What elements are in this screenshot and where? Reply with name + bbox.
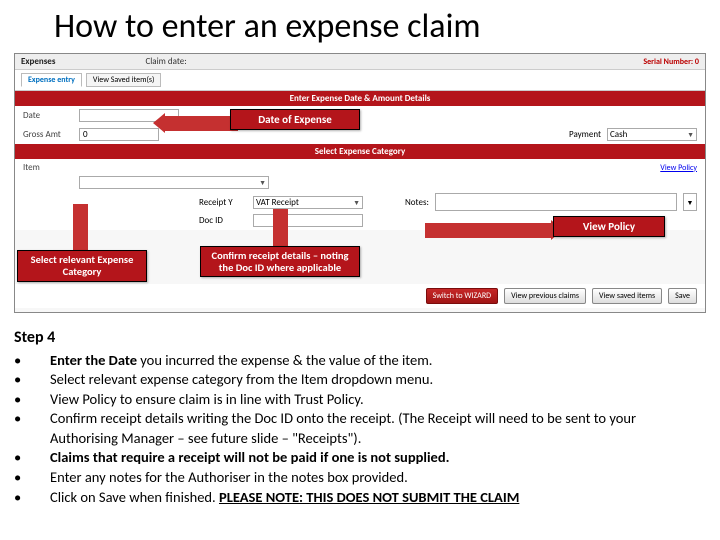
- notes-label: Notes:: [405, 197, 429, 208]
- docid-input[interactable]: [253, 214, 363, 227]
- view-saved-items-button[interactable]: View saved items: [592, 288, 662, 304]
- chevron-down-icon: ▼: [259, 178, 266, 187]
- tab-expense-entry[interactable]: Expense entry: [21, 73, 82, 87]
- page-title: How to enter an expense claim: [54, 6, 706, 47]
- callout-view-policy: View Policy: [553, 216, 665, 237]
- arrow-category: [73, 204, 88, 252]
- tab-view-saved[interactable]: View Saved item(s): [86, 73, 162, 87]
- arrow-view-policy: [425, 223, 553, 238]
- callout-date: Date of Expense: [230, 109, 360, 130]
- section-bar-category: Select Expense Category: [15, 144, 705, 159]
- view-previous-claims-button[interactable]: View previous claims: [504, 288, 586, 304]
- serial-number: Serial Number: 0: [643, 57, 699, 67]
- step-heading: Step 4: [14, 327, 706, 349]
- chevron-down-icon: ▼: [687, 198, 694, 207]
- arrow-date: [163, 116, 238, 131]
- step-item: Enter any notes for the Authoriser in th…: [14, 468, 706, 488]
- receipt-select[interactable]: VAT Receipt ▼: [253, 196, 363, 209]
- gross-amt-input[interactable]: 0: [79, 128, 159, 141]
- step-item: View Policy to ensure claim is in line w…: [14, 390, 706, 410]
- step-list: Enter the Date you incurred the expense …: [14, 351, 706, 508]
- docid-label: Doc ID: [199, 215, 247, 226]
- callout-receipt: Confirm receipt details – noting the Doc…: [200, 246, 360, 277]
- screenshot-frame: Expenses Claim date: Serial Number: 0 Ex…: [14, 53, 706, 313]
- steps-section: Step 4 Enter the Date you incurred the e…: [14, 327, 706, 507]
- receipt-value: VAT Receipt: [256, 197, 299, 208]
- arrow-receipt: [273, 209, 288, 249]
- claim-date-label: Claim date:: [145, 56, 186, 67]
- notes-scroll[interactable]: ▼: [683, 193, 697, 211]
- callout-category: Select relevant Expense Category: [17, 250, 147, 282]
- step-item: Confirm receipt details writing the Doc …: [14, 409, 706, 448]
- step-item: Claims that require a receipt will not b…: [14, 448, 706, 468]
- payment-label: Payment: [569, 129, 601, 140]
- item-label: Item: [23, 162, 73, 173]
- chevron-down-icon: ▼: [687, 130, 694, 139]
- section-bar-date-amount: Enter Expense Date & Amount Details: [15, 91, 705, 106]
- chevron-down-icon: ▼: [353, 198, 360, 207]
- view-policy-link[interactable]: View Policy: [660, 163, 697, 173]
- step-item: Select relevant expense category from th…: [14, 370, 706, 390]
- save-button[interactable]: Save: [668, 288, 697, 304]
- gross-amt-label: Gross Amt: [23, 129, 73, 140]
- expenses-heading: Expenses: [21, 56, 55, 67]
- item-select[interactable]: ▼: [79, 176, 269, 189]
- payment-value: Cash: [610, 129, 627, 140]
- date-label: Date: [23, 110, 73, 121]
- step-item: Enter the Date you incurred the expense …: [14, 351, 706, 371]
- notes-input[interactable]: [435, 193, 677, 211]
- receipt-label: Receipt Y: [199, 197, 247, 208]
- step-item: Click on Save when finished. PLEASE NOTE…: [14, 488, 706, 508]
- payment-select[interactable]: Cash ▼: [607, 128, 697, 141]
- switch-wizard-button[interactable]: Switch to WIZARD: [426, 288, 499, 304]
